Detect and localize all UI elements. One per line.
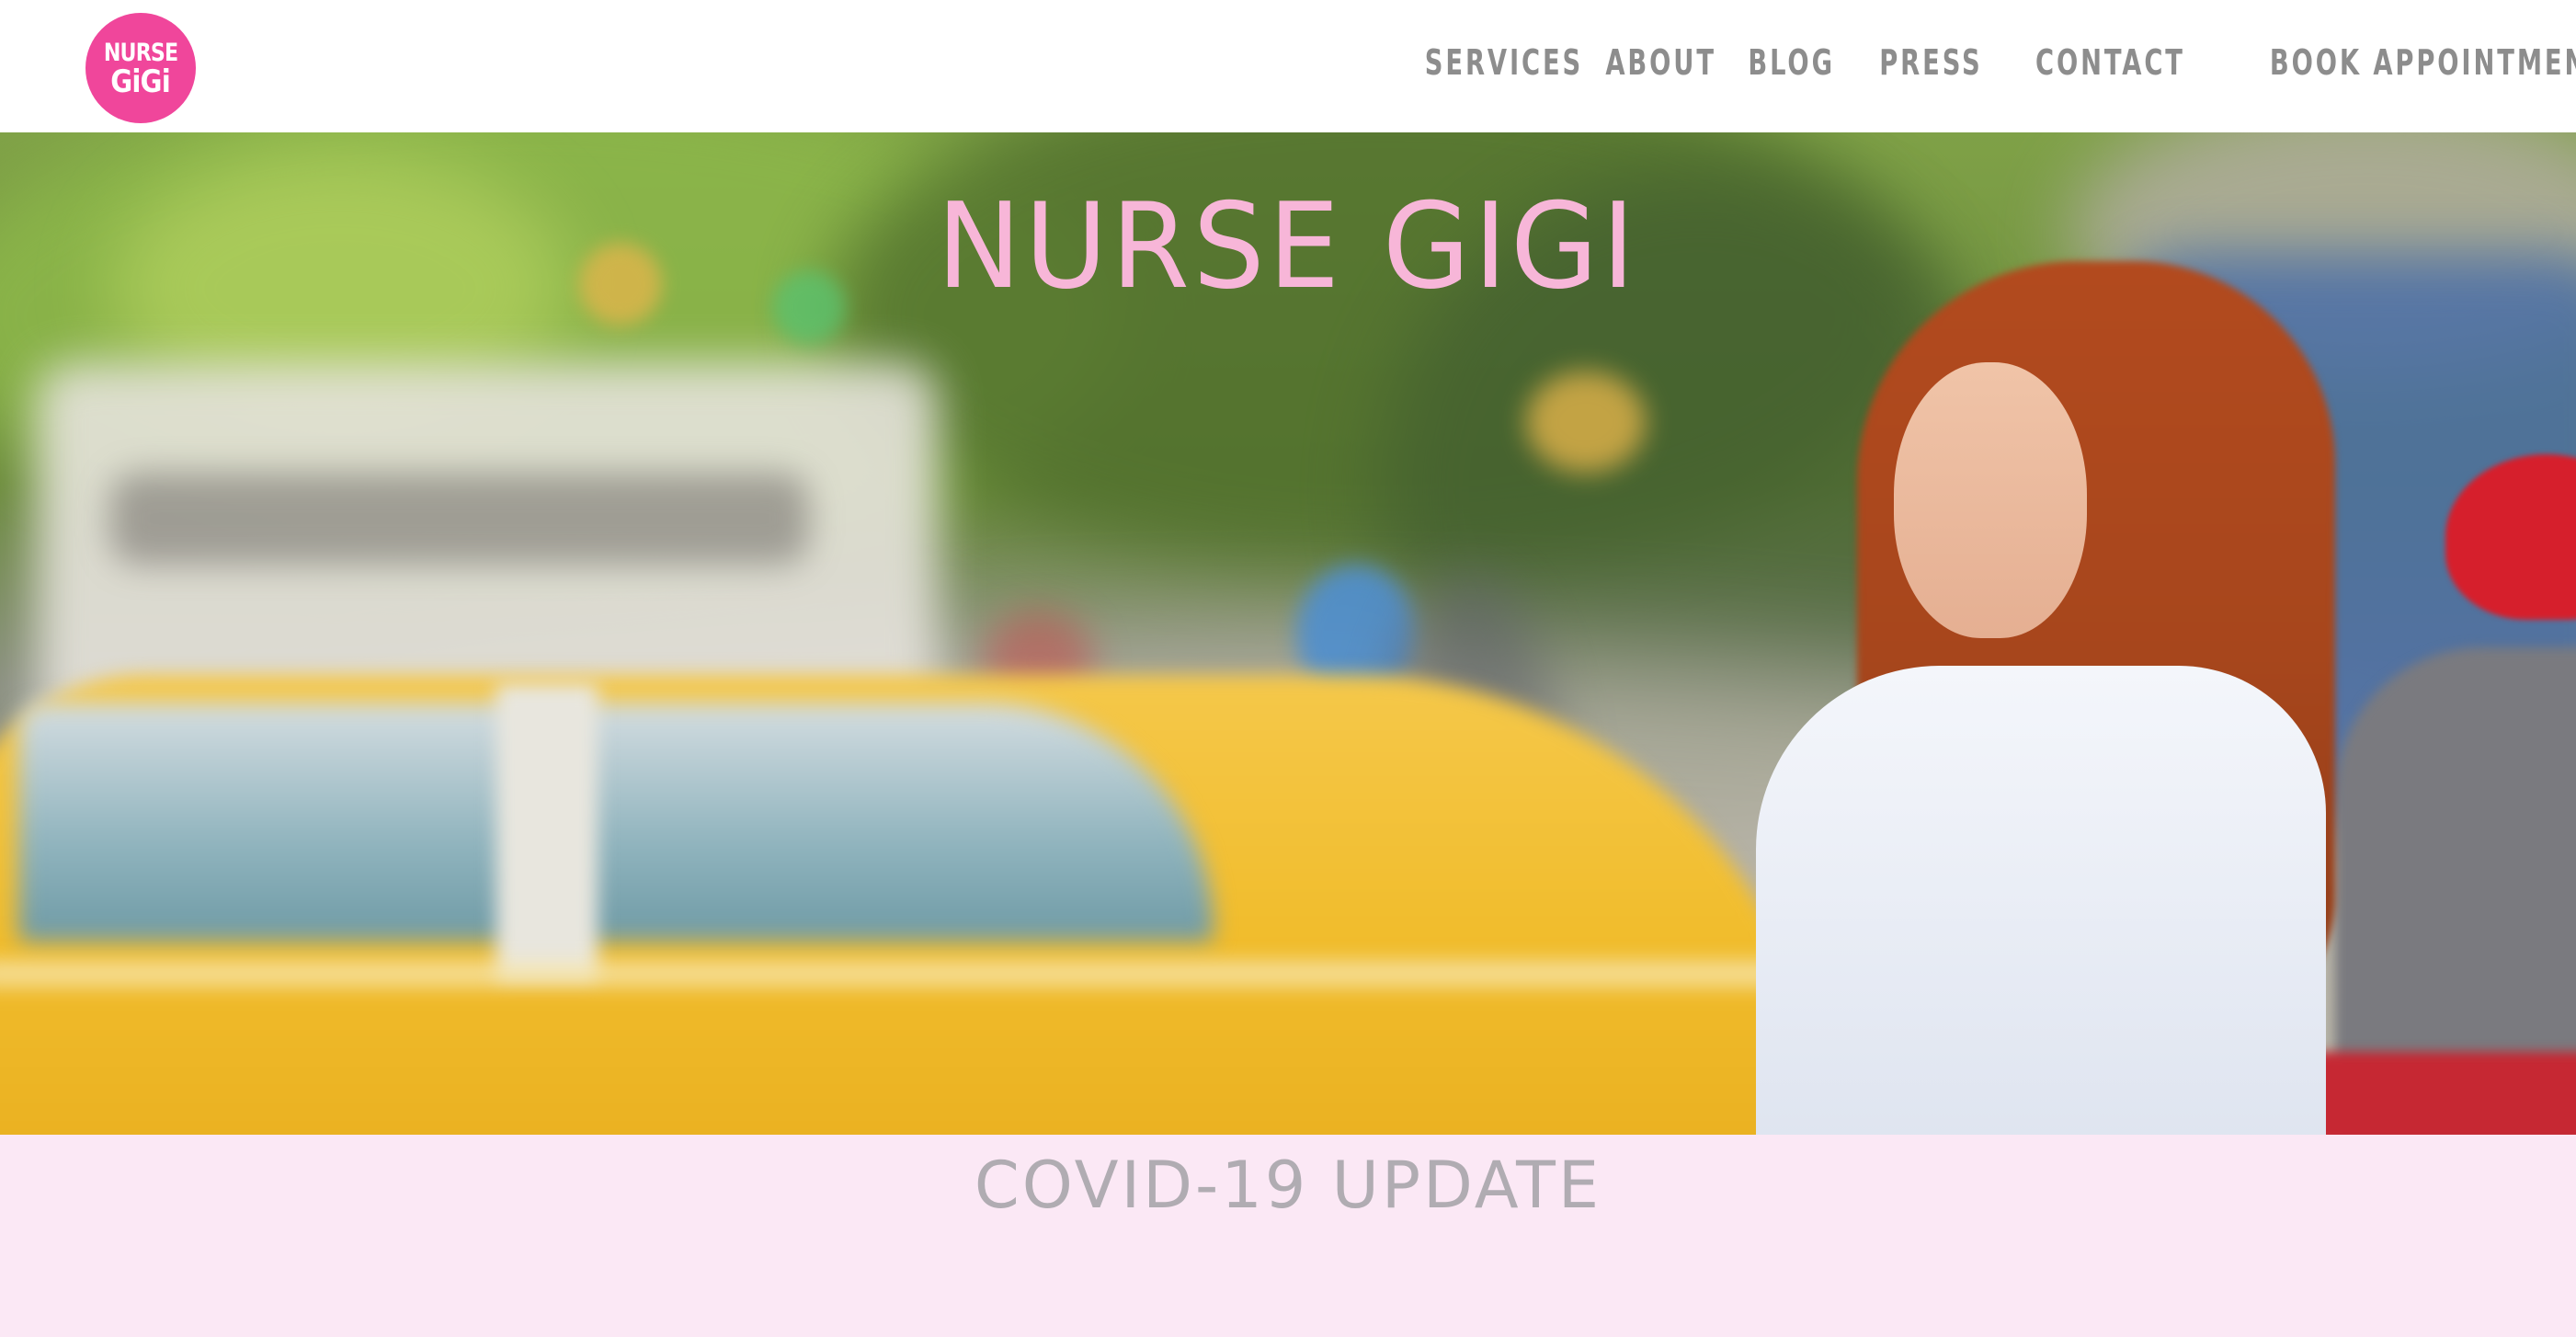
site-header: NURSE GiGi SERVICES ABOUT BLOG PRESS CON…	[0, 0, 2576, 132]
nav-item-blog: BLOG	[1726, 40, 1832, 85]
logo-text-line2: GiGi	[110, 63, 171, 100]
nav-item-services: SERVICES	[1384, 40, 1580, 85]
hero-title: NURSE GIGI	[0, 178, 2576, 316]
covid-update-section: COVID-19 UPDATE	[0, 1135, 2576, 1337]
page: NURSE GiGi SERVICES ABOUT BLOG PRESS CON…	[0, 0, 2576, 1337]
nav-item-about: ABOUT	[1577, 40, 1714, 85]
nav-link-blog[interactable]: BLOG	[1748, 40, 1832, 85]
nav-link-about[interactable]: ABOUT	[1605, 40, 1714, 85]
nurse-white-coat	[1756, 666, 2326, 1135]
bg-truck-lettering	[110, 473, 809, 565]
hero-section: NURSE GIGI	[0, 132, 2576, 1135]
nav-link-contact[interactable]: CONTACT	[2035, 40, 2183, 85]
nav-item-book-appointment: BOOK APPOINTMENT	[2181, 40, 2576, 85]
taxi-stripe	[0, 960, 1784, 988]
hero-title-text: NURSE GIGI	[937, 178, 1639, 315]
taxi-pillar	[496, 684, 598, 978]
nav-item-contact: CONTACT	[1997, 40, 2183, 85]
main-nav: SERVICES ABOUT BLOG PRESS CONTACT BOOK A…	[1384, 40, 2576, 85]
cyclist-bag	[2308, 1052, 2576, 1135]
nav-link-book-appointment[interactable]: BOOK APPOINTMENT	[2270, 40, 2576, 85]
taxi-window	[18, 703, 1214, 942]
site-logo[interactable]: NURSE GiGi	[85, 13, 196, 123]
bg-bokeh	[1526, 371, 1646, 473]
nav-link-press[interactable]: PRESS	[1879, 40, 1980, 85]
nav-item-press: PRESS	[1852, 40, 1980, 85]
nav-link-services[interactable]: SERVICES	[1425, 40, 1580, 85]
nurse-face	[1894, 362, 2087, 638]
covid-update-heading: COVID-19 UPDATE	[974, 1148, 1602, 1223]
